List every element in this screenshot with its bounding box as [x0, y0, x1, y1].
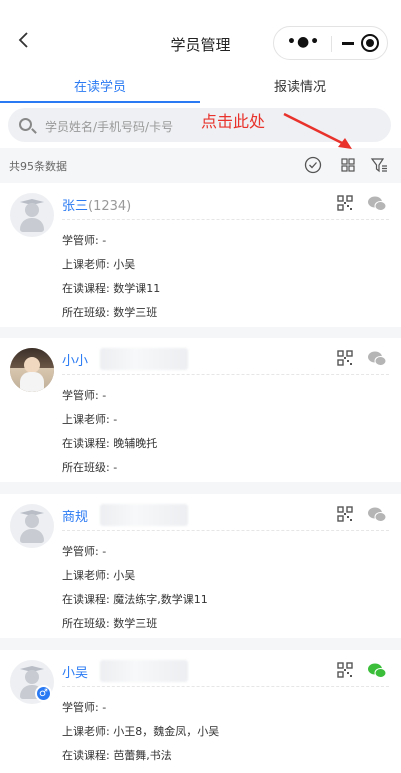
qr-code-icon[interactable]: [337, 350, 353, 366]
tab-bar: 在读学员 报读情况: [0, 66, 401, 104]
wechat-icon[interactable]: [367, 195, 387, 213]
grid-view-icon[interactable]: [339, 156, 357, 174]
student-card[interactable]: 商规 学管师: - 上课老师: 小吴 在读课程: 魔法练字,数学课11 所在班级…: [0, 494, 401, 638]
tab-enrolled-students[interactable]: 在读学员: [0, 76, 200, 95]
tab-enrollment-status[interactable]: 报读情况: [200, 76, 400, 95]
manager-line: 学管师: -: [62, 389, 107, 402]
miniprogram-capsule: •●•: [273, 26, 388, 60]
record-count: 共95条数据: [9, 160, 67, 173]
search-placeholder: 学员姓名/手机号码/卡号: [45, 120, 174, 134]
manager-line: 学管师: -: [62, 545, 107, 558]
card-divider: [62, 530, 389, 531]
redacted-info: [100, 660, 188, 682]
teacher-line: 上课老师: 小吴: [62, 569, 136, 582]
course-line: 在读课程: 魔法练字,数学课11: [62, 593, 208, 606]
qr-code-icon[interactable]: [337, 195, 353, 211]
card-divider: [62, 686, 389, 687]
teacher-line: 上课老师: 小王8，魏金凤，小吴: [62, 725, 220, 738]
redacted-info: [100, 348, 188, 370]
wechat-icon[interactable]: [367, 662, 387, 680]
minimize-icon[interactable]: [342, 42, 354, 45]
student-card[interactable]: 张三(1234) 学管师: - 上课老师: 小吴 在读课程: 数学课11 所在班…: [0, 183, 401, 327]
search-icon: [19, 118, 32, 131]
more-options-icon[interactable]: •●•: [287, 34, 319, 52]
close-target-icon[interactable]: [361, 34, 379, 52]
class-line: 所在班级: -: [62, 461, 118, 474]
active-tab-indicator: [0, 101, 200, 103]
card-divider: [62, 374, 389, 375]
avatar-placeholder: [10, 193, 54, 237]
qr-code-icon[interactable]: [337, 506, 353, 522]
card-divider: [62, 219, 389, 220]
annotation-label: 点击此处: [201, 112, 266, 131]
wechat-icon[interactable]: [367, 350, 387, 368]
student-card[interactable]: 小小 学管师: - 上课老师: - 在读课程: 晚辅晚托 所在班级: -: [0, 338, 401, 482]
teacher-line: 上课老师: 小吴: [62, 258, 136, 271]
avatar-photo: [10, 348, 54, 392]
list-toolbar: 共95条数据: [0, 148, 401, 182]
course-line: 在读课程: 数学课11: [62, 282, 161, 295]
course-line: 在读课程: 芭蕾舞,书法: [62, 749, 172, 762]
capsule-divider: [331, 36, 332, 52]
student-name[interactable]: 商规: [62, 506, 88, 525]
student-name[interactable]: 小小: [62, 350, 88, 369]
male-gender-icon: ♂: [35, 685, 52, 702]
nav-bar: 学员管理 •●•: [0, 0, 401, 66]
qr-code-icon[interactable]: [337, 662, 353, 678]
student-card[interactable]: ♂ 小吴 学管师: - 上课老师: 小王8，魏金凤，小吴 在读课程: 芭蕾舞,书…: [0, 650, 401, 773]
redacted-info: [100, 504, 188, 526]
class-line: 所在班级: 数学三班: [62, 306, 158, 319]
class-line: 所在班级: 数学三班: [62, 617, 158, 630]
student-name[interactable]: 张三(1234): [62, 195, 131, 214]
manager-line: 学管师: -: [62, 701, 107, 714]
filter-icon[interactable]: [370, 156, 388, 174]
avatar-placeholder: [10, 504, 54, 548]
manager-line: 学管师: -: [62, 234, 107, 247]
teacher-line: 上课老师: -: [62, 413, 118, 426]
wechat-icon[interactable]: [367, 506, 387, 524]
student-name[interactable]: 小吴: [62, 662, 88, 681]
select-check-icon[interactable]: [304, 156, 322, 174]
student-id: (1234): [88, 199, 132, 214]
course-line: 在读课程: 晚辅晚托: [62, 437, 158, 450]
